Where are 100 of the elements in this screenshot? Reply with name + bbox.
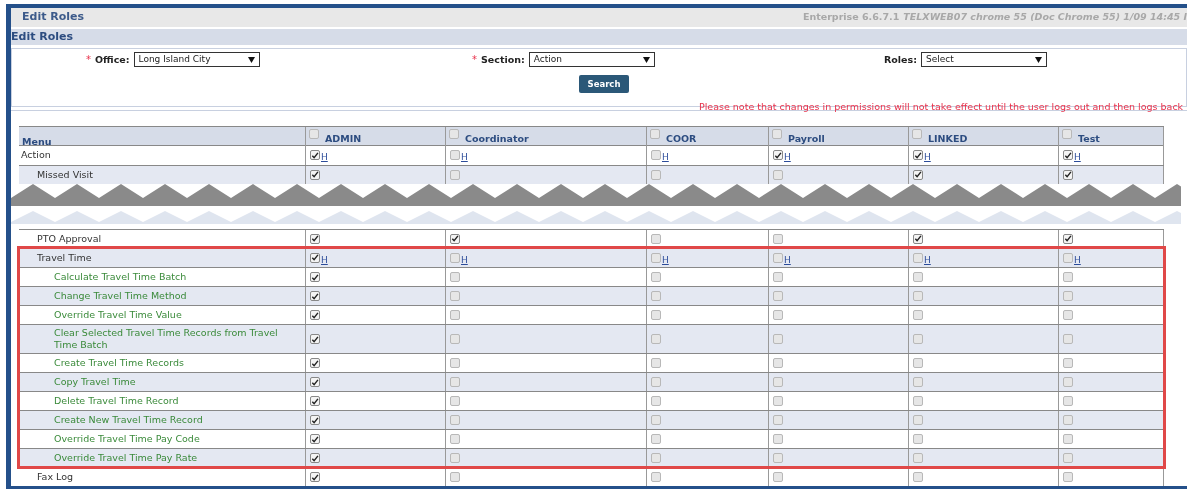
checkbox[interactable] — [450, 252, 460, 263]
checkbox[interactable] — [310, 310, 320, 320]
h-link[interactable]: H — [461, 151, 468, 165]
h-link[interactable]: H — [784, 253, 791, 267]
checkbox[interactable] — [651, 396, 661, 406]
filter-dropdown[interactable]: Long Island City — [133, 52, 260, 68]
checkbox[interactable] — [1063, 169, 1073, 180]
checkbox[interactable] — [1063, 334, 1073, 344]
checkbox[interactable] — [1063, 233, 1073, 244]
checkbox[interactable] — [310, 396, 320, 406]
h-link[interactable]: H — [924, 253, 931, 267]
checkbox[interactable] — [310, 358, 320, 368]
h-link[interactable]: H — [784, 151, 791, 165]
checkbox[interactable] — [651, 233, 661, 244]
checkbox[interactable] — [912, 129, 922, 139]
checkbox[interactable] — [450, 334, 460, 344]
checkbox[interactable] — [310, 453, 320, 463]
checkbox[interactable] — [773, 310, 783, 320]
checkbox[interactable] — [773, 150, 783, 161]
checkbox[interactable] — [309, 129, 319, 139]
checkbox[interactable] — [773, 272, 783, 282]
checkbox[interactable] — [450, 169, 460, 180]
checkbox[interactable] — [913, 453, 923, 463]
checkbox[interactable] — [913, 310, 923, 320]
checkbox[interactable] — [913, 233, 923, 244]
checkbox[interactable] — [450, 472, 460, 482]
checkbox[interactable] — [913, 272, 923, 282]
checkbox[interactable] — [450, 272, 460, 282]
checkbox[interactable] — [651, 252, 661, 263]
checkbox[interactable] — [651, 472, 661, 482]
checkbox[interactable] — [450, 358, 460, 368]
checkbox[interactable] — [1063, 396, 1073, 406]
checkbox[interactable] — [1063, 434, 1073, 444]
checkbox[interactable] — [651, 150, 661, 161]
checkbox[interactable] — [913, 377, 923, 387]
h-link[interactable]: H — [924, 151, 931, 165]
checkbox[interactable] — [650, 129, 660, 139]
checkbox[interactable] — [913, 396, 923, 406]
checkbox[interactable] — [310, 377, 320, 387]
checkbox[interactable] — [651, 453, 661, 463]
checkbox[interactable] — [773, 396, 783, 406]
checkbox[interactable] — [913, 150, 923, 161]
h-link[interactable]: H — [662, 253, 669, 267]
checkbox[interactable] — [310, 291, 320, 301]
checkbox[interactable] — [773, 415, 783, 425]
checkbox[interactable] — [773, 472, 783, 482]
checkbox[interactable] — [1063, 415, 1073, 425]
checkbox[interactable] — [773, 358, 783, 368]
checkbox[interactable] — [651, 334, 661, 344]
checkbox[interactable] — [773, 233, 783, 244]
checkbox[interactable] — [913, 169, 923, 180]
checkbox[interactable] — [310, 272, 320, 282]
checkbox[interactable] — [773, 252, 783, 263]
checkbox[interactable] — [450, 415, 460, 425]
checkbox[interactable] — [450, 310, 460, 320]
checkbox[interactable] — [1063, 472, 1073, 482]
checkbox[interactable] — [310, 434, 320, 444]
checkbox[interactable] — [651, 377, 661, 387]
checkbox[interactable] — [1062, 129, 1072, 139]
h-link[interactable]: H — [461, 253, 468, 267]
checkbox[interactable] — [773, 453, 783, 463]
checkbox[interactable] — [772, 129, 782, 139]
checkbox[interactable] — [773, 334, 783, 344]
search-button[interactable]: Search — [579, 75, 629, 94]
h-link[interactable]: H — [321, 151, 328, 165]
h-link[interactable]: H — [1074, 253, 1081, 267]
checkbox[interactable] — [310, 233, 320, 244]
checkbox[interactable] — [1063, 453, 1073, 463]
checkbox[interactable] — [651, 310, 661, 320]
checkbox[interactable] — [773, 291, 783, 301]
checkbox[interactable] — [450, 233, 460, 244]
checkbox[interactable] — [913, 415, 923, 425]
checkbox[interactable] — [1063, 310, 1073, 320]
checkbox[interactable] — [450, 377, 460, 387]
checkbox[interactable] — [450, 291, 460, 301]
checkbox[interactable] — [651, 415, 661, 425]
checkbox[interactable] — [449, 129, 459, 139]
checkbox[interactable] — [1063, 150, 1073, 161]
checkbox[interactable] — [913, 358, 923, 368]
h-link[interactable]: H — [1074, 151, 1081, 165]
checkbox[interactable] — [450, 453, 460, 463]
checkbox[interactable] — [651, 358, 661, 368]
checkbox[interactable] — [310, 150, 320, 161]
filter-dropdown[interactable]: Action — [528, 52, 655, 68]
checkbox[interactable] — [773, 169, 783, 180]
checkbox[interactable] — [913, 472, 923, 482]
checkbox[interactable] — [913, 252, 923, 263]
filter-dropdown[interactable]: Select — [921, 52, 1047, 68]
checkbox[interactable] — [310, 415, 320, 425]
checkbox[interactable] — [450, 434, 460, 444]
checkbox[interactable] — [651, 169, 661, 180]
checkbox[interactable] — [310, 252, 320, 263]
checkbox[interactable] — [450, 396, 460, 406]
h-link[interactable]: H — [321, 253, 328, 267]
checkbox[interactable] — [310, 334, 320, 344]
checkbox[interactable] — [1063, 358, 1073, 368]
checkbox[interactable] — [310, 169, 320, 180]
checkbox[interactable] — [1063, 291, 1073, 301]
checkbox[interactable] — [773, 377, 783, 387]
checkbox[interactable] — [1063, 272, 1073, 282]
